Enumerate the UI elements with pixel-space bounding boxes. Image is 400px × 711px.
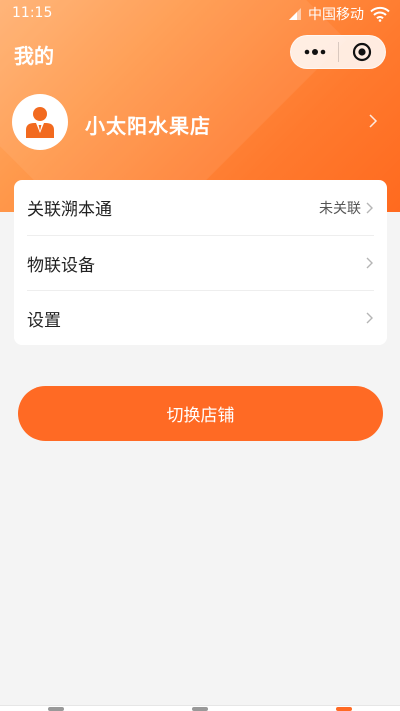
more-dots-icon <box>304 49 325 55</box>
store-name: 小太阳水果店 <box>85 114 211 138</box>
status-indicators: 中国移动 <box>288 4 390 24</box>
link-status-value: 未关联 <box>319 200 361 217</box>
menu-item-right: 未关联 <box>319 198 374 218</box>
menu-item-iot-devices[interactable]: 物联设备 <box>27 235 374 290</box>
menu-item-label: 物联设备 <box>27 255 95 276</box>
tab-mine[interactable] <box>336 707 352 711</box>
menu-item-right <box>361 311 374 325</box>
user-avatar-icon <box>26 107 54 138</box>
status-time: 11:15 <box>12 5 53 21</box>
tab-home[interactable] <box>48 707 64 711</box>
status-bar: 11:15 中国移动 <box>0 0 400 28</box>
switch-store-button[interactable]: 切换店铺 <box>18 386 383 441</box>
menu-item-right <box>361 256 374 270</box>
menu-card: 关联溯本通 未关联 物联设备 设置 <box>14 180 387 345</box>
chevron-right-icon <box>366 202 373 213</box>
close-miniprogram-button[interactable] <box>339 35 385 69</box>
miniprogram-capsule <box>290 35 386 69</box>
avatar <box>12 94 68 150</box>
store-profile[interactable]: 小太阳水果店 <box>12 94 388 150</box>
chevron-right-icon <box>369 114 378 128</box>
chevron-right-icon <box>366 257 373 269</box>
wifi-icon <box>370 6 390 22</box>
menu-item-settings[interactable]: 设置 <box>27 290 374 345</box>
chevron-right-icon <box>366 312 373 324</box>
page-title: 我的 <box>14 44 54 68</box>
target-close-icon <box>352 42 372 62</box>
tab-middle[interactable] <box>192 707 208 711</box>
signal-icon <box>289 8 301 20</box>
carrier-name: 中国移动 <box>308 7 364 23</box>
menu-item-label: 设置 <box>27 310 61 331</box>
menu-item-label: 关联溯本通 <box>27 200 112 220</box>
more-menu-button[interactable] <box>291 35 338 69</box>
menu-item-link-traceability[interactable]: 关联溯本通 未关联 <box>27 180 374 235</box>
